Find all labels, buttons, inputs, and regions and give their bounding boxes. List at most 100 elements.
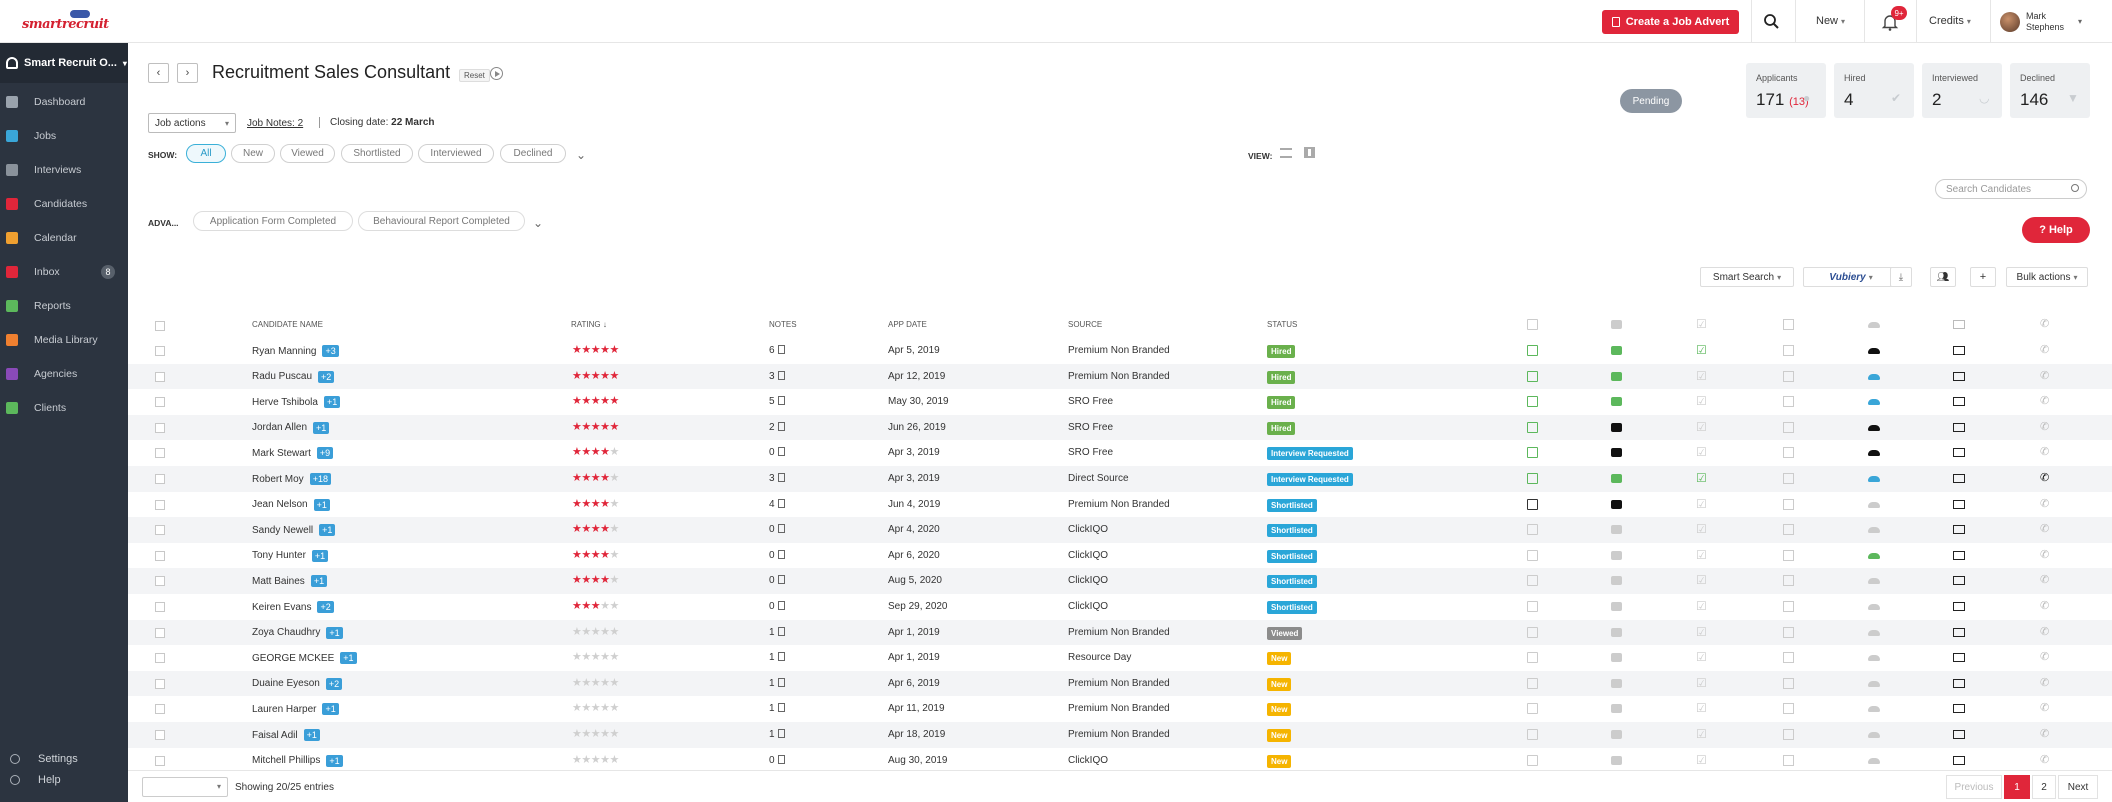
video-icon[interactable] [1611,755,1622,765]
document-icon[interactable] [1527,345,1538,356]
phone-icon[interactable]: ✆ [2040,573,2049,586]
next-page-button[interactable]: Next [2058,775,2098,799]
phone-icon[interactable]: ✆ [2040,753,2049,766]
grid-view-icon[interactable] [1304,147,1315,158]
phone-icon[interactable]: ✆ [2040,497,2049,510]
star-rating[interactable]: ★★★★★ [572,573,619,586]
mail-icon[interactable] [1953,525,1965,535]
handshake-icon[interactable] [1868,578,1880,585]
candidate-name-cell[interactable]: GEORGE MCKEE +1 [252,652,357,665]
mail-icon[interactable] [1953,653,1965,663]
document-icon[interactable] [1527,396,1538,408]
filter-pill-new[interactable]: New [231,144,275,163]
star-rating[interactable]: ★★★★★ [572,650,619,663]
mail-icon[interactable] [1953,627,1965,637]
smart-search-dropdown[interactable]: Smart Search ▾ [1700,267,1794,287]
star-rating[interactable]: ★★★★★ [572,343,619,356]
video-icon[interactable] [1611,678,1622,688]
handshake-icon[interactable] [1868,527,1880,534]
document-icon[interactable] [1527,626,1538,638]
notes-cell[interactable]: 0 [769,524,785,535]
card-icon[interactable] [1783,447,1794,459]
header-source[interactable]: SOURCE [1068,320,1102,329]
candidate-name-cell[interactable]: Tony Hunter +1 [252,549,329,562]
row-checkbox[interactable] [155,499,165,510]
candidate-name-cell[interactable]: Mitchell Phillips +1 [252,754,343,767]
table-row[interactable]: Herve Tshibola +1 ★★★★★ 5 May 30, 2019 SRO Fr… [128,389,2112,415]
video-icon[interactable] [1611,602,1622,611]
page-size-select[interactable]: ▾ [142,777,228,797]
document-icon[interactable] [1527,370,1538,382]
document-icon[interactable] [1527,549,1538,561]
sidebar-item-agencies[interactable]: Agencies [0,359,128,389]
previous-job-button[interactable]: ‹ [148,63,169,83]
document-icon[interactable] [1527,652,1538,664]
card-icon[interactable] [1783,652,1794,664]
table-row[interactable]: Duaine Eyeson +2 ★★★★★ 1 Apr 6, 2019 Premium … [128,670,2112,697]
add-user-button[interactable]: + [1970,267,1996,287]
notes-cell[interactable]: 6 [769,345,785,356]
row-checkbox[interactable] [155,422,165,433]
phone-icon[interactable]: ✆ [2040,522,2049,535]
group-button[interactable]: 👥︎ [1930,267,1956,287]
star-rating[interactable]: ★★★★★ [572,420,619,433]
phone-icon[interactable]: ✆ [2040,548,2049,561]
handshake-icon[interactable] [1868,501,1880,508]
mail-icon[interactable] [1953,422,1965,432]
notes-cell[interactable]: 0 [769,754,785,766]
phone-icon[interactable]: ✆ [2040,394,2049,407]
table-row[interactable]: Keiren Evans +2 ★★★★★ 0 Sep 29, 2020 ClickIQO… [128,594,2112,620]
handshake-icon[interactable] [1868,732,1880,738]
row-checkbox[interactable] [155,653,165,664]
table-row[interactable]: Jordan Allen +1 ★★★★★ 2 Jun 26, 2019 SRO Free… [128,414,2112,441]
star-rating[interactable]: ★★★★★ [572,497,619,510]
header-app-date[interactable]: APP DATE [888,320,927,329]
phone-icon[interactable]: ✆ [2040,676,2049,689]
checkbox-icon[interactable]: ☑ [1696,343,1707,357]
page-2-button[interactable]: 2 [2032,775,2056,799]
candidate-name-cell[interactable]: Mark Stewart +9 [252,447,334,460]
video-icon[interactable] [1611,371,1622,381]
handshake-icon[interactable] [1868,399,1880,406]
table-row[interactable]: Mark Stewart +9 ★★★★★ 0 Apr 3, 2019 SRO Free I… [128,440,2112,466]
card-icon[interactable] [1783,345,1794,356]
row-checkbox[interactable] [155,397,165,408]
list-view-icon[interactable] [1280,148,1292,158]
mail-icon[interactable] [1953,704,1965,714]
filter-application-form-completed[interactable]: Application Form Completed [193,211,353,231]
table-row[interactable]: Ryan Manning +3 ★★★★★ 6 Apr 5, 2019 Premium N… [128,338,2112,364]
card-icon[interactable] [1783,754,1794,766]
download-button[interactable]: ⤓ [1890,267,1912,287]
checkbox-icon[interactable]: ☑ [1696,727,1707,741]
phone-icon[interactable]: ✆ [2040,445,2049,458]
phone-icon[interactable]: ✆ [2040,343,2049,356]
card-icon[interactable] [1783,677,1794,689]
card-icon[interactable] [1783,421,1794,433]
notes-cell[interactable]: 0 [769,549,785,561]
phone-icon[interactable]: ✆ [2040,471,2049,484]
document-icon[interactable] [1527,524,1538,536]
table-row[interactable]: Robert Moy +18 ★★★★★ 3 Apr 3, 2019 Direct Sou… [128,466,2112,492]
table-row[interactable]: Matt Baines +1 ★★★★★ 0 Aug 5, 2020 ClickIQO Sh… [128,568,2112,594]
stat-interviewed[interactable]: Interviewed 2 ◡ [1922,63,2002,118]
mail-icon[interactable] [1953,346,1965,355]
video-icon[interactable] [1611,448,1622,458]
document-icon[interactable] [1527,703,1538,715]
help-button[interactable]: ? Help [2022,217,2090,243]
video-icon[interactable] [1611,525,1622,535]
star-rating[interactable]: ★★★★★ [572,625,619,638]
card-icon[interactable] [1783,729,1794,740]
filter-pill-declined[interactable]: Declined [500,144,566,163]
star-rating[interactable]: ★★★★★ [572,369,619,382]
handshake-icon[interactable] [1868,680,1880,687]
filter-pill-shortlisted[interactable]: Shortlisted [341,144,413,163]
table-row[interactable]: Faisal Adil +1 ★★★★★ 1 Apr 18, 2019 Premium N… [128,722,2112,748]
checkbox-icon[interactable]: ☑ [1696,625,1707,639]
candidate-name-cell[interactable]: Sandy Newell +1 [252,524,336,537]
notes-cell[interactable]: 1 [769,652,785,663]
mail-icon[interactable] [1953,550,1965,560]
checkbox-icon[interactable]: ☑ [1696,522,1707,536]
candidate-name-cell[interactable]: Robert Moy +18 [252,473,331,485]
document-icon[interactable] [1527,677,1538,689]
row-checkbox[interactable] [155,346,165,356]
